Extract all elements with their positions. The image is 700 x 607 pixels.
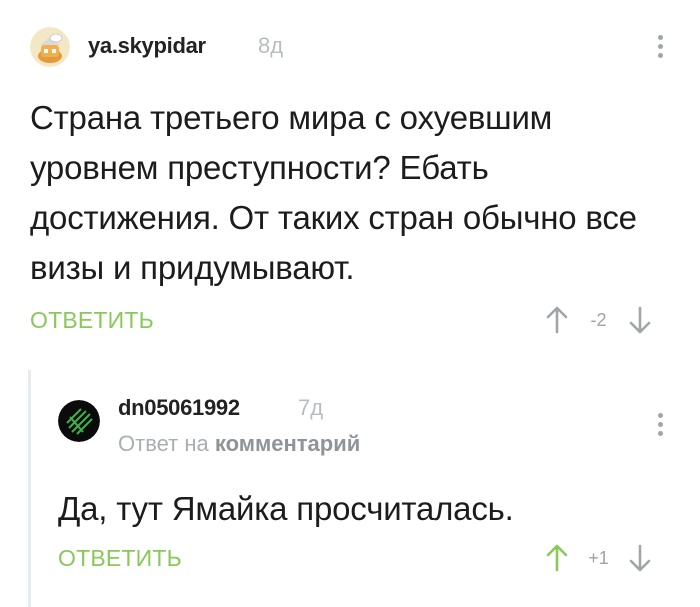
reply-prefix: Ответ на [118,431,209,456]
username[interactable]: dn05061992 [118,395,240,421]
arrow-up-icon[interactable] [543,302,571,338]
vote-controls: +1 [543,540,654,576]
reply-button[interactable]: ОТВЕТИТЬ [30,307,154,334]
reply-to-info: Ответ на комментарий [118,431,360,457]
more-menu-icon[interactable] [655,413,665,436]
reply-button[interactable]: ОТВЕТИТЬ [58,545,182,572]
vote-controls: -2 [543,302,654,338]
comments-page: ya.skypidar 8д Страна третьего мира с ох… [0,0,700,607]
comment-text: Да, тут Ямайка просчиталась. [58,490,514,527]
timestamp: 7д [298,395,324,420]
rating-value: +1 [588,547,609,568]
timestamp: 8д [258,33,284,58]
comment-text: Страна третьего мира с охуевшим уровнем … [30,99,637,286]
more-menu-icon[interactable] [655,35,665,58]
arrow-up-icon[interactable] [543,540,571,576]
arrow-down-icon[interactable] [626,302,654,338]
rating-value: -2 [590,309,607,330]
username[interactable]: ya.skypidar [88,33,206,59]
comment: ya.skypidar 8д Страна третьего мира с ох… [0,0,700,350]
avatar[interactable] [58,400,100,442]
avatar[interactable] [30,27,70,67]
arrow-down-icon[interactable] [626,540,654,576]
reply-target-link[interactable]: комментарий [215,431,360,456]
thread-line [28,370,31,607]
